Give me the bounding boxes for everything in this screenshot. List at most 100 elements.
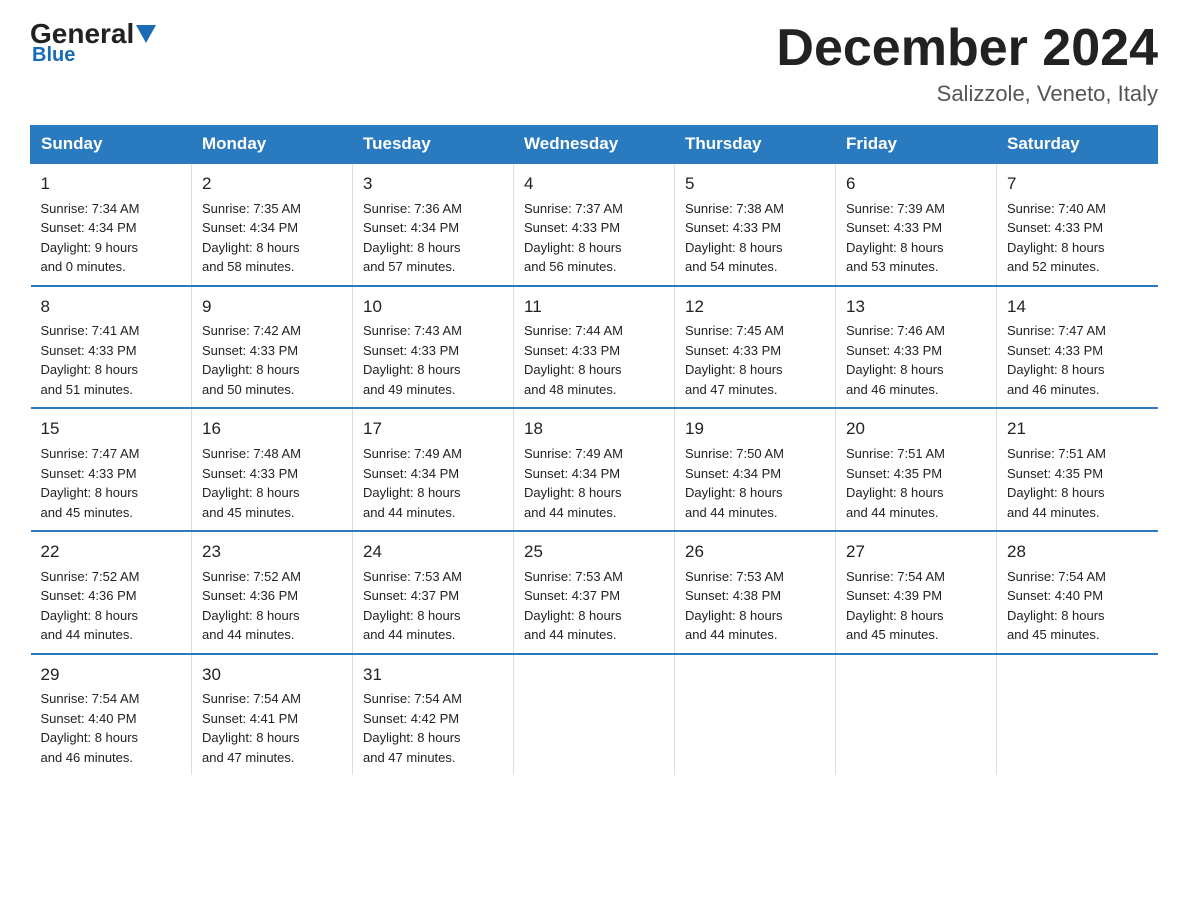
calendar-cell: 15Sunrise: 7:47 AM Sunset: 4:33 PM Dayli…: [31, 408, 192, 531]
day-info: Sunrise: 7:49 AM Sunset: 4:34 PM Dayligh…: [524, 444, 664, 522]
logo-blue-text: Blue: [32, 44, 75, 67]
day-info: Sunrise: 7:36 AM Sunset: 4:34 PM Dayligh…: [363, 199, 503, 277]
calendar-cell: 12Sunrise: 7:45 AM Sunset: 4:33 PM Dayli…: [675, 286, 836, 409]
calendar-week-row: 22Sunrise: 7:52 AM Sunset: 4:36 PM Dayli…: [31, 531, 1158, 654]
calendar-cell: 2Sunrise: 7:35 AM Sunset: 4:34 PM Daylig…: [192, 163, 353, 286]
day-info: Sunrise: 7:46 AM Sunset: 4:33 PM Dayligh…: [846, 321, 986, 399]
day-number: 19: [685, 417, 825, 442]
day-number: 30: [202, 663, 342, 688]
day-header-sunday: Sunday: [31, 126, 192, 164]
day-number: 13: [846, 295, 986, 320]
day-number: 22: [41, 540, 182, 565]
calendar-cell: 11Sunrise: 7:44 AM Sunset: 4:33 PM Dayli…: [514, 286, 675, 409]
day-info: Sunrise: 7:38 AM Sunset: 4:33 PM Dayligh…: [685, 199, 825, 277]
day-info: Sunrise: 7:41 AM Sunset: 4:33 PM Dayligh…: [41, 321, 182, 399]
day-header-wednesday: Wednesday: [514, 126, 675, 164]
logo: General Blue: [30, 20, 158, 67]
location-text: Salizzole, Veneto, Italy: [776, 81, 1158, 107]
calendar-cell: 13Sunrise: 7:46 AM Sunset: 4:33 PM Dayli…: [836, 286, 997, 409]
day-info: Sunrise: 7:37 AM Sunset: 4:33 PM Dayligh…: [524, 199, 664, 277]
day-info: Sunrise: 7:52 AM Sunset: 4:36 PM Dayligh…: [41, 567, 182, 645]
day-number: 11: [524, 295, 664, 320]
calendar-cell: 4Sunrise: 7:37 AM Sunset: 4:33 PM Daylig…: [514, 163, 675, 286]
calendar-cell: 18Sunrise: 7:49 AM Sunset: 4:34 PM Dayli…: [514, 408, 675, 531]
calendar-cell: 9Sunrise: 7:42 AM Sunset: 4:33 PM Daylig…: [192, 286, 353, 409]
day-number: 9: [202, 295, 342, 320]
day-info: Sunrise: 7:50 AM Sunset: 4:34 PM Dayligh…: [685, 444, 825, 522]
calendar-cell: 7Sunrise: 7:40 AM Sunset: 4:33 PM Daylig…: [997, 163, 1158, 286]
day-info: Sunrise: 7:49 AM Sunset: 4:34 PM Dayligh…: [363, 444, 503, 522]
calendar-cell: 20Sunrise: 7:51 AM Sunset: 4:35 PM Dayli…: [836, 408, 997, 531]
day-number: 21: [1007, 417, 1148, 442]
calendar-cell: 17Sunrise: 7:49 AM Sunset: 4:34 PM Dayli…: [353, 408, 514, 531]
day-header-tuesday: Tuesday: [353, 126, 514, 164]
page-header: General Blue December 2024 Salizzole, Ve…: [30, 20, 1158, 107]
calendar-cell: [836, 654, 997, 776]
calendar-cell: 6Sunrise: 7:39 AM Sunset: 4:33 PM Daylig…: [836, 163, 997, 286]
day-number: 2: [202, 172, 342, 197]
day-info: Sunrise: 7:43 AM Sunset: 4:33 PM Dayligh…: [363, 321, 503, 399]
calendar-week-row: 1Sunrise: 7:34 AM Sunset: 4:34 PM Daylig…: [31, 163, 1158, 286]
day-number: 1: [41, 172, 182, 197]
day-info: Sunrise: 7:54 AM Sunset: 4:39 PM Dayligh…: [846, 567, 986, 645]
day-info: Sunrise: 7:45 AM Sunset: 4:33 PM Dayligh…: [685, 321, 825, 399]
day-number: 26: [685, 540, 825, 565]
calendar-cell: 30Sunrise: 7:54 AM Sunset: 4:41 PM Dayli…: [192, 654, 353, 776]
day-number: 31: [363, 663, 503, 688]
day-info: Sunrise: 7:34 AM Sunset: 4:34 PM Dayligh…: [41, 199, 182, 277]
calendar-cell: 1Sunrise: 7:34 AM Sunset: 4:34 PM Daylig…: [31, 163, 192, 286]
month-title: December 2024: [776, 20, 1158, 77]
day-header-monday: Monday: [192, 126, 353, 164]
day-info: Sunrise: 7:44 AM Sunset: 4:33 PM Dayligh…: [524, 321, 664, 399]
day-number: 10: [363, 295, 503, 320]
day-info: Sunrise: 7:40 AM Sunset: 4:33 PM Dayligh…: [1007, 199, 1148, 277]
day-number: 15: [41, 417, 182, 442]
day-header-saturday: Saturday: [997, 126, 1158, 164]
calendar-week-row: 15Sunrise: 7:47 AM Sunset: 4:33 PM Dayli…: [31, 408, 1158, 531]
calendar-week-row: 8Sunrise: 7:41 AM Sunset: 4:33 PM Daylig…: [31, 286, 1158, 409]
calendar-cell: 31Sunrise: 7:54 AM Sunset: 4:42 PM Dayli…: [353, 654, 514, 776]
calendar-cell: 16Sunrise: 7:48 AM Sunset: 4:33 PM Dayli…: [192, 408, 353, 531]
calendar-cell: 27Sunrise: 7:54 AM Sunset: 4:39 PM Dayli…: [836, 531, 997, 654]
calendar-week-row: 29Sunrise: 7:54 AM Sunset: 4:40 PM Dayli…: [31, 654, 1158, 776]
calendar-table: SundayMondayTuesdayWednesdayThursdayFrid…: [30, 125, 1158, 775]
logo-triangle-icon: [136, 25, 156, 43]
calendar-cell: 8Sunrise: 7:41 AM Sunset: 4:33 PM Daylig…: [31, 286, 192, 409]
day-info: Sunrise: 7:39 AM Sunset: 4:33 PM Dayligh…: [846, 199, 986, 277]
day-number: 12: [685, 295, 825, 320]
day-number: 29: [41, 663, 182, 688]
day-number: 23: [202, 540, 342, 565]
day-info: Sunrise: 7:48 AM Sunset: 4:33 PM Dayligh…: [202, 444, 342, 522]
calendar-cell: 28Sunrise: 7:54 AM Sunset: 4:40 PM Dayli…: [997, 531, 1158, 654]
day-info: Sunrise: 7:53 AM Sunset: 4:37 PM Dayligh…: [363, 567, 503, 645]
calendar-header-row: SundayMondayTuesdayWednesdayThursdayFrid…: [31, 126, 1158, 164]
calendar-cell: 5Sunrise: 7:38 AM Sunset: 4:33 PM Daylig…: [675, 163, 836, 286]
day-number: 20: [846, 417, 986, 442]
calendar-cell: 10Sunrise: 7:43 AM Sunset: 4:33 PM Dayli…: [353, 286, 514, 409]
day-info: Sunrise: 7:54 AM Sunset: 4:40 PM Dayligh…: [1007, 567, 1148, 645]
calendar-cell: 26Sunrise: 7:53 AM Sunset: 4:38 PM Dayli…: [675, 531, 836, 654]
day-number: 16: [202, 417, 342, 442]
day-number: 8: [41, 295, 182, 320]
day-number: 3: [363, 172, 503, 197]
day-info: Sunrise: 7:35 AM Sunset: 4:34 PM Dayligh…: [202, 199, 342, 277]
calendar-cell: 3Sunrise: 7:36 AM Sunset: 4:34 PM Daylig…: [353, 163, 514, 286]
calendar-cell: 19Sunrise: 7:50 AM Sunset: 4:34 PM Dayli…: [675, 408, 836, 531]
calendar-cell: 14Sunrise: 7:47 AM Sunset: 4:33 PM Dayli…: [997, 286, 1158, 409]
calendar-cell: 21Sunrise: 7:51 AM Sunset: 4:35 PM Dayli…: [997, 408, 1158, 531]
day-number: 17: [363, 417, 503, 442]
day-info: Sunrise: 7:52 AM Sunset: 4:36 PM Dayligh…: [202, 567, 342, 645]
day-number: 27: [846, 540, 986, 565]
day-info: Sunrise: 7:53 AM Sunset: 4:38 PM Dayligh…: [685, 567, 825, 645]
day-header-thursday: Thursday: [675, 126, 836, 164]
day-number: 14: [1007, 295, 1148, 320]
day-info: Sunrise: 7:47 AM Sunset: 4:33 PM Dayligh…: [41, 444, 182, 522]
day-number: 4: [524, 172, 664, 197]
calendar-cell: 25Sunrise: 7:53 AM Sunset: 4:37 PM Dayli…: [514, 531, 675, 654]
day-number: 28: [1007, 540, 1148, 565]
calendar-cell: [514, 654, 675, 776]
day-info: Sunrise: 7:47 AM Sunset: 4:33 PM Dayligh…: [1007, 321, 1148, 399]
day-number: 7: [1007, 172, 1148, 197]
day-info: Sunrise: 7:54 AM Sunset: 4:42 PM Dayligh…: [363, 689, 503, 767]
calendar-cell: 22Sunrise: 7:52 AM Sunset: 4:36 PM Dayli…: [31, 531, 192, 654]
